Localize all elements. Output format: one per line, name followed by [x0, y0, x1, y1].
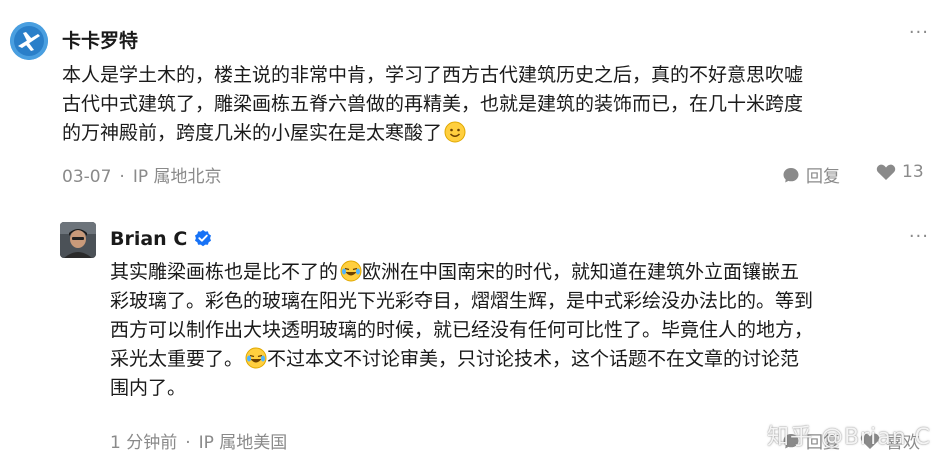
reply-button[interactable]: 回复: [782, 162, 840, 187]
ip-location: IP 属地美国: [198, 433, 288, 453]
ip-location: IP 属地北京: [132, 167, 222, 187]
reply-label: 回复: [806, 433, 840, 453]
comment-line-text: 欧洲在中国南宋的时代，就知道在建筑外立面镶嵌五: [362, 261, 800, 283]
comment-1: 卡卡罗特 ··· 本人是学土木的，楼主说的非常中肯，学习了西方古代建筑历史之后，…: [0, 0, 951, 200]
user-photo-avatar-icon: [60, 222, 96, 258]
comment-line: 本人是学土木的，楼主说的非常中肯，学习了西方古代建筑历史之后，真的不好意思吹嘘: [62, 64, 804, 86]
verified-badge-icon: [195, 230, 212, 247]
reply-button[interactable]: 回复: [782, 428, 840, 453]
comment-line-text: 不过本文不讨论审美，只讨论技术，这个话题不在文章的讨论范: [267, 348, 800, 370]
comment-text: 其实雕梁画栋也是比不了的 欧洲在中国南宋的时代，就知道在建筑外立面镶嵌五 彩玻璃…: [110, 258, 813, 403]
comment-line: 古代中式建筑了，雕梁画栋五脊六兽做的再精美，也就是建筑的装饰而已，在几十米跨度: [62, 93, 804, 115]
reply-label: 回复: [806, 167, 840, 187]
comment-meta: 1 分钟前 · IP 属地美国: [110, 428, 287, 453]
like-button[interactable]: 13: [876, 162, 924, 182]
comment-line: 的万神殿前，跨度几米的小屋实在是太寒酸了: [62, 119, 803, 148]
separator-dot: ·: [185, 433, 191, 453]
reply-icon: [783, 433, 799, 448]
separator-dot: ·: [119, 167, 125, 187]
like-count: 13: [902, 162, 924, 182]
smile-emoji-icon: [444, 121, 466, 143]
comment-2: Brian C ··· 其实雕梁画栋也是比不了的 欧洲在中国南宋的时代，就知道在…: [0, 200, 951, 465]
comment-time: 1 分钟前: [110, 433, 178, 453]
like-label: 喜欢: [886, 433, 920, 453]
avatar[interactable]: [10, 22, 48, 60]
comment-meta: 03-07 · IP 属地北京: [62, 162, 221, 187]
laugh-cry-emoji-icon: [245, 347, 267, 369]
airplane-avatar-icon: [10, 22, 48, 60]
comment-line-text: 采光太重要了。: [110, 348, 244, 370]
reply-icon: [783, 167, 799, 182]
like-button[interactable]: 喜欢: [860, 428, 920, 453]
comment-line-text: 的万神殿前，跨度几米的小屋实在是太寒酸了: [62, 122, 443, 144]
heart-icon: [860, 433, 880, 449]
comment-line: 其实雕梁画栋也是比不了的 欧洲在中国南宋的时代，就知道在建筑外立面镶嵌五: [110, 258, 813, 287]
author-name[interactable]: 卡卡罗特: [62, 26, 138, 53]
comment-line-text: 其实雕梁画栋也是比不了的: [110, 261, 339, 283]
comment-line: 围内了。: [110, 377, 187, 399]
laugh-cry-emoji-icon: [340, 260, 362, 282]
comment-text: 本人是学土木的，楼主说的非常中肯，学习了西方古代建筑历史之后，真的不好意思吹嘘 …: [62, 61, 803, 148]
avatar[interactable]: [60, 222, 96, 258]
author-name[interactable]: Brian C: [110, 228, 213, 250]
comment-line: 彩玻璃了。彩色的玻璃在阳光下光彩夺目，熠熠生辉，是中式彩绘没办法比的。等到: [110, 290, 814, 312]
comment-line: 西方可以制作出大块透明玻璃的时候，就已经没有任何可比性了。毕竟住人的地方，: [110, 319, 814, 341]
more-options-button[interactable]: ···: [909, 226, 929, 247]
comment-line: 采光太重要了。 不过本文不讨论审美，只讨论技术，这个话题不在文章的讨论范: [110, 345, 813, 374]
author-name-text: Brian C: [110, 228, 188, 250]
comment-date: 03-07: [62, 167, 112, 187]
more-options-button[interactable]: ···: [909, 22, 929, 43]
heart-icon: [876, 164, 896, 180]
